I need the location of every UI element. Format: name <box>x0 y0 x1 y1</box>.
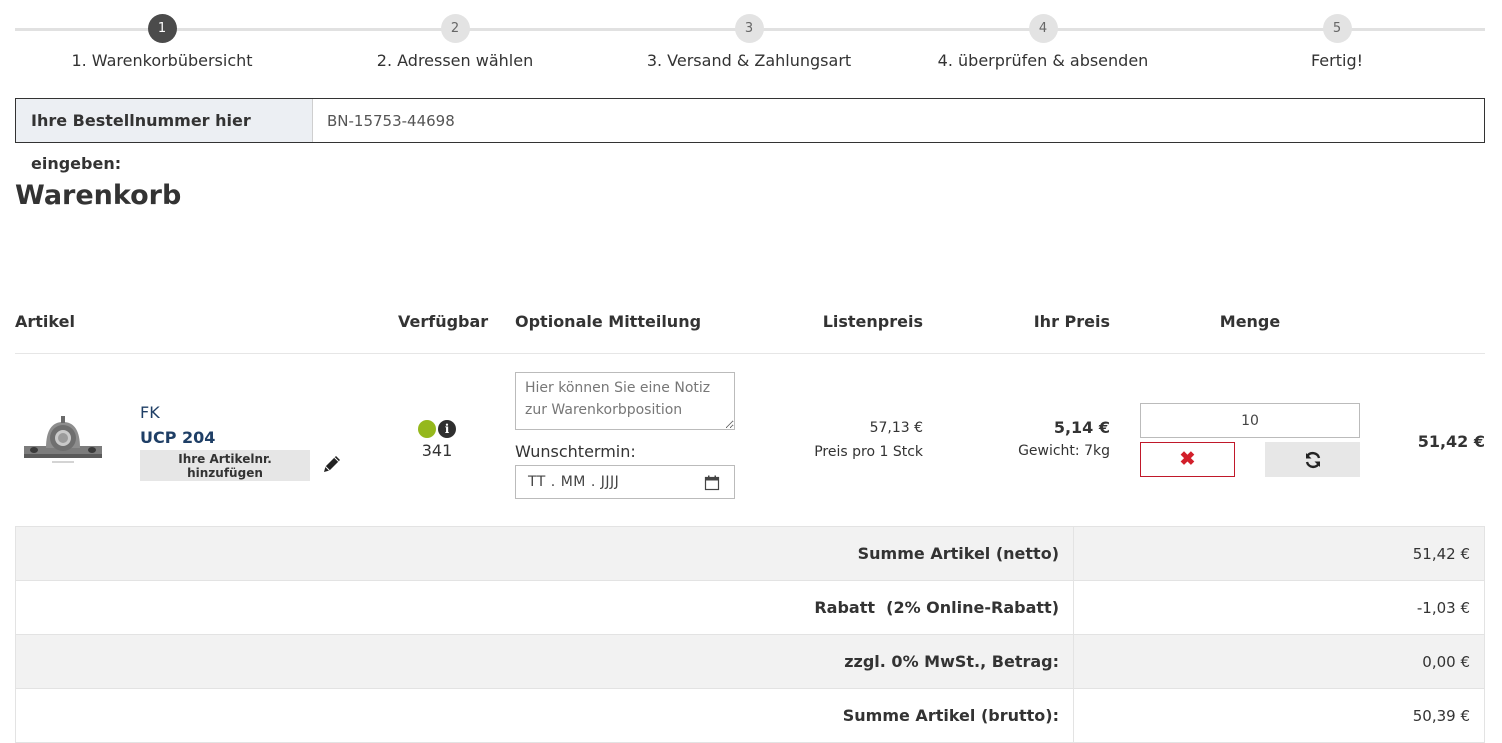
step-label: 3. Versand & Zahlungsart <box>646 51 852 70</box>
order-number-input[interactable] <box>313 99 1484 142</box>
step-4[interactable]: 4 4. überprüfen & absenden <box>893 14 1193 70</box>
header-your-price: Ihr Preis <box>1033 312 1110 331</box>
step-5[interactable]: 5 Fertig! <box>1187 14 1487 70</box>
summary-row: Summe Artikel (brutto): 50,39 € <box>15 688 1485 743</box>
add-article-number-button[interactable]: Ihre Artikelnr. hinzufügen <box>140 450 310 481</box>
price-unit: Preis pro 1 Stck <box>814 444 923 460</box>
step-label: 2. Adressen wählen <box>376 51 534 70</box>
date-placeholder: TT . MM . JJJJ <box>528 474 620 490</box>
step-number: 3 <box>734 14 764 43</box>
date-input[interactable]: TT . MM . JJJJ <box>515 465 735 499</box>
availability: i 341 <box>398 418 476 460</box>
header-list-price: Listenpreis <box>822 312 923 331</box>
availability-dot <box>418 419 436 438</box>
step-number: 4 <box>1028 14 1058 43</box>
summary-value: 50,39 € <box>1073 688 1485 743</box>
product-image[interactable] <box>22 410 104 466</box>
summary-label: Rabatt (2% Online-Rabatt) <box>15 580 1074 635</box>
step-label: Fertig! <box>1310 51 1364 70</box>
refresh-quantity-button[interactable] <box>1265 442 1360 477</box>
summary-label: Summe Artikel (brutto): <box>15 688 1074 743</box>
remove-item-button[interactable]: ✖ <box>1140 442 1235 477</box>
summary-table: Summe Artikel (netto) 51,42 € Rabatt (2%… <box>15 526 1485 743</box>
summary-value: 0,00 € <box>1073 634 1485 689</box>
line-total: 51,42 € <box>1417 432 1485 451</box>
step-label: 1. Warenkorbübersicht <box>71 51 253 70</box>
pencil-icon[interactable] <box>320 452 344 476</box>
wunschtermin-label: Wunschtermin: <box>515 442 636 461</box>
calendar-icon[interactable] <box>704 475 720 491</box>
note-textarea[interactable] <box>515 372 735 430</box>
order-number-label: Ihre Bestellnummer hier eingeben: <box>16 99 313 173</box>
quantity-input[interactable] <box>1140 403 1360 438</box>
step-1[interactable]: 1 1. Warenkorbübersicht <box>12 14 312 70</box>
header-available: Verfügbar <box>398 312 489 331</box>
step-label: 4. überprüfen & absenden <box>937 51 1149 70</box>
summary-row: Summe Artikel (netto) 51,42 € <box>15 526 1485 581</box>
summary-row: Rabatt (2% Online-Rabatt) -1,03 € <box>15 580 1485 635</box>
product-brand: FK <box>140 403 160 422</box>
step-number: 1 <box>147 14 177 43</box>
summary-label: zzgl. 0% MwSt., Betrag: <box>15 634 1074 689</box>
step-2[interactable]: 2 2. Adressen wählen <box>305 14 605 70</box>
close-icon: ✖ <box>1179 449 1196 470</box>
list-price-cell: 57,13 € Preis pro 1 Stck <box>780 420 923 460</box>
info-icon[interactable]: i <box>438 419 456 438</box>
step-number: 2 <box>440 14 470 43</box>
order-number-group: Ihre Bestellnummer hier eingeben: <box>15 98 1485 173</box>
header-article: Artikel <box>15 312 75 331</box>
your-price: 5,14 € <box>1053 418 1110 437</box>
step-number: 5 <box>1322 14 1352 43</box>
refresh-icon <box>1305 451 1320 468</box>
summary-row: zzgl. 0% MwSt., Betrag: 0,00 € <box>15 634 1485 689</box>
header-divider <box>15 353 1485 354</box>
list-price: 57,13 € <box>869 420 923 436</box>
available-count: 341 <box>421 440 453 460</box>
product-name-link[interactable]: UCP 204 <box>140 428 215 447</box>
checkout-steps: 1 1. Warenkorbübersicht 2 2. Adressen wä… <box>15 14 1485 74</box>
page-title: Warenkorb <box>15 180 182 211</box>
header-message: Optionale Mitteilung <box>515 312 702 331</box>
your-price-cell: 5,14 € Gewicht: 7kg <box>960 418 1110 459</box>
header-quantity: Menge <box>1219 312 1281 331</box>
summary-value: -1,03 € <box>1073 580 1485 635</box>
summary-value: 51,42 € <box>1073 526 1485 581</box>
weight: Gewicht: 7kg <box>1018 443 1110 459</box>
step-3[interactable]: 3 3. Versand & Zahlungsart <box>599 14 899 70</box>
summary-label: Summe Artikel (netto) <box>15 526 1074 581</box>
